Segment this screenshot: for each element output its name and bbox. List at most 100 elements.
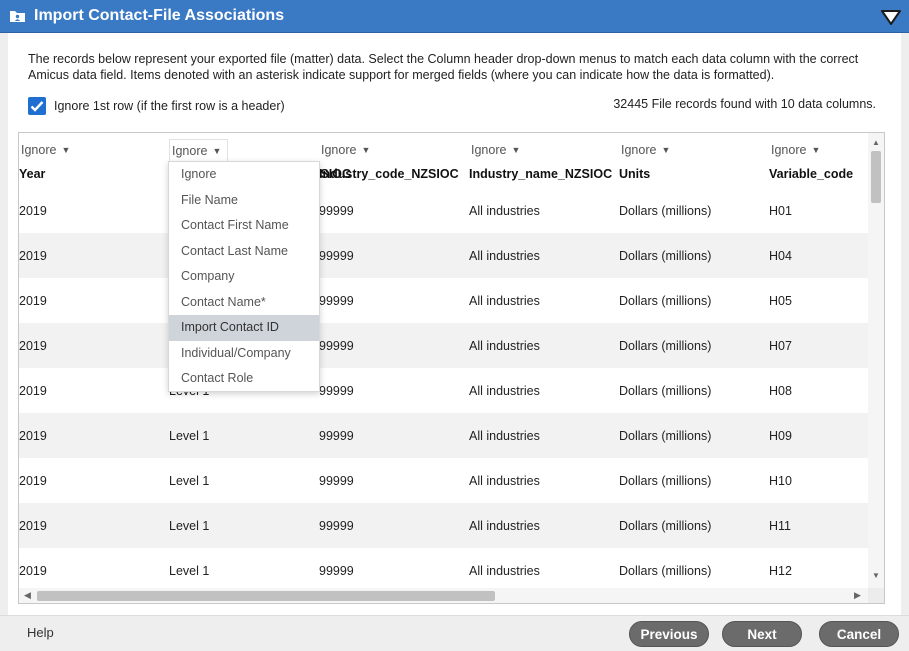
- column-title: Year: [19, 167, 46, 181]
- table-row: 2019Level 199999All industriesDollars (m…: [19, 548, 868, 588]
- scrollbar-corner: [868, 588, 884, 603]
- table-cell: H07: [769, 339, 792, 353]
- table-cell: 2019: [19, 249, 47, 263]
- dropdown-option[interactable]: File Name: [169, 188, 319, 214]
- column-title: Units: [619, 167, 651, 181]
- table-cell: Dollars (millions): [619, 204, 712, 218]
- dropdown-option[interactable]: Import Contact ID: [169, 315, 319, 341]
- dropdown-option[interactable]: Individual/Company: [169, 341, 319, 367]
- previous-button[interactable]: Previous: [629, 621, 709, 647]
- column-select-5[interactable]: Ignore ▼: [619, 139, 676, 161]
- scroll-down-arrow-icon[interactable]: ▼: [872, 571, 880, 580]
- table-cell: 2019: [19, 474, 47, 488]
- table-row: 2019Level 199999All industriesDollars (m…: [19, 278, 868, 323]
- table-row: 2019Level 199999All industriesDollars (m…: [19, 413, 868, 458]
- table-cell: H01: [769, 204, 792, 218]
- table-cell: All industries: [469, 384, 540, 398]
- table-cell: All industries: [469, 294, 540, 308]
- instructions-text: The records below represent your exporte…: [28, 52, 859, 82]
- column-title: Variable_code: [769, 167, 854, 181]
- table-cell: 99999: [319, 564, 354, 578]
- dropdown-arrow-icon: ▼: [361, 145, 371, 155]
- table-row: 2019Level 199999All industriesDollars (m…: [19, 503, 868, 548]
- table-cell: H08: [769, 384, 792, 398]
- table-cell: Dollars (millions): [619, 474, 712, 488]
- table-cell: All industries: [469, 519, 540, 533]
- dropdown-option[interactable]: Contact First Name: [169, 213, 319, 239]
- checkmark-icon: [30, 101, 44, 112]
- table-row: 2019Level 199999All industriesDollars (m…: [19, 233, 868, 278]
- table-cell: 2019: [19, 429, 47, 443]
- table-cell: 99999: [319, 249, 354, 263]
- help-link[interactable]: Help: [27, 625, 54, 640]
- table-cell: 99999: [319, 204, 354, 218]
- dropdown-option[interactable]: Company: [169, 264, 319, 290]
- column-select-4[interactable]: Ignore ▼: [469, 139, 526, 161]
- table-cell: 99999: [319, 429, 354, 443]
- table-row: 2019Level 199999All industriesDollars (m…: [19, 368, 868, 413]
- table-cell: 99999: [319, 384, 354, 398]
- horizontal-scroll-thumb[interactable]: [37, 591, 495, 601]
- column-mapping-dropdown[interactable]: Ignore File Name Contact First Name Contact…: [168, 161, 320, 392]
- collapse-triangle-button[interactable]: [880, 9, 902, 26]
- column-select-label: Ignore: [321, 143, 357, 157]
- table-cell: Dollars (millions): [619, 294, 712, 308]
- vertical-scrollbar[interactable]: ▲ ▼: [868, 133, 884, 588]
- cancel-button[interactable]: Cancel: [819, 621, 899, 647]
- dropdown-arrow-icon: ▼: [212, 145, 222, 156]
- table-row: 2019Level 199999All industriesDollars (m…: [19, 458, 868, 503]
- table-cell: Level 1: [169, 429, 210, 443]
- table-cell: All industries: [469, 249, 540, 263]
- ignore-first-row-checkbox[interactable]: [28, 97, 46, 115]
- scroll-right-arrow-icon[interactable]: ▶: [854, 590, 861, 601]
- table-cell: 99999: [319, 294, 354, 308]
- dropdown-arrow-icon: ▼: [61, 145, 71, 155]
- column-title: Industry_code_NZSIOC: [319, 167, 459, 181]
- horizontal-scrollbar[interactable]: ◀ ▶: [19, 588, 868, 603]
- column-select-1[interactable]: Ignore ▼: [19, 139, 76, 161]
- column-select-label: Ignore: [471, 143, 507, 157]
- table-cell: H11: [769, 519, 792, 533]
- dropdown-arrow-icon: ▼: [511, 145, 521, 155]
- table-cell: Level 1: [169, 564, 210, 578]
- table-cell: H05: [769, 294, 792, 308]
- next-button[interactable]: Next: [722, 621, 802, 647]
- grid-viewport: 2019 Level 1 99999 All industries Dollars (m…: [19, 133, 868, 588]
- table-cell: All industries: [469, 339, 540, 353]
- table-cell: 2019: [19, 564, 47, 578]
- column-select-label: Ignore: [621, 143, 657, 157]
- table-cell: All industries: [469, 204, 540, 218]
- title-bar: Import Contact-File Associations: [0, 0, 909, 33]
- ignore-first-row-option[interactable]: Ignore 1st row (if the first row is a he…: [28, 96, 285, 116]
- ignore-first-row-label: Ignore 1st row (if the first row is a he…: [54, 99, 285, 113]
- table-cell: 2019: [19, 294, 47, 308]
- column-select-2[interactable]: Ignore ▼: [169, 139, 229, 161]
- dropdown-option[interactable]: Contact Last Name: [169, 239, 319, 265]
- dropdown-option[interactable]: Contact Name*: [169, 290, 319, 316]
- table-cell: Level 1: [169, 519, 210, 533]
- table-cell: Level 1: [169, 474, 210, 488]
- dropdown-option[interactable]: Contact Role: [169, 366, 319, 392]
- scroll-left-arrow-icon[interactable]: ◀: [24, 590, 31, 601]
- column-select-3[interactable]: Ignore ▼: [319, 139, 376, 161]
- table-row: 2019Level 199999All industriesDollars (m…: [19, 188, 868, 233]
- window-title: Import Contact-File Associations: [34, 7, 285, 24]
- table-cell: H12: [769, 564, 792, 578]
- table-row: 2019Level 199999All industriesDollars (m…: [19, 323, 868, 368]
- table-cell: Dollars (millions): [619, 384, 712, 398]
- table-cell: Dollars (millions): [619, 519, 712, 533]
- table-cell: 2019: [19, 339, 47, 353]
- scroll-up-arrow-icon[interactable]: ▲: [872, 138, 880, 147]
- vertical-scroll-thumb[interactable]: [871, 151, 881, 203]
- dropdown-arrow-icon: ▼: [811, 145, 821, 155]
- table-cell: H04: [769, 249, 792, 263]
- table-cell: 99999: [319, 519, 354, 533]
- column-title: Industry_name_NZSIOC: [469, 167, 613, 181]
- table-cell: Dollars (millions): [619, 249, 712, 263]
- dropdown-option[interactable]: Ignore: [169, 162, 319, 188]
- table-cell: All industries: [469, 429, 540, 443]
- column-select-6[interactable]: Ignore ▼: [769, 139, 826, 161]
- record-count: 32445 File records found with 10 data co…: [613, 97, 876, 111]
- table-cell: 99999: [319, 339, 354, 353]
- table-cell: All industries: [469, 564, 540, 578]
